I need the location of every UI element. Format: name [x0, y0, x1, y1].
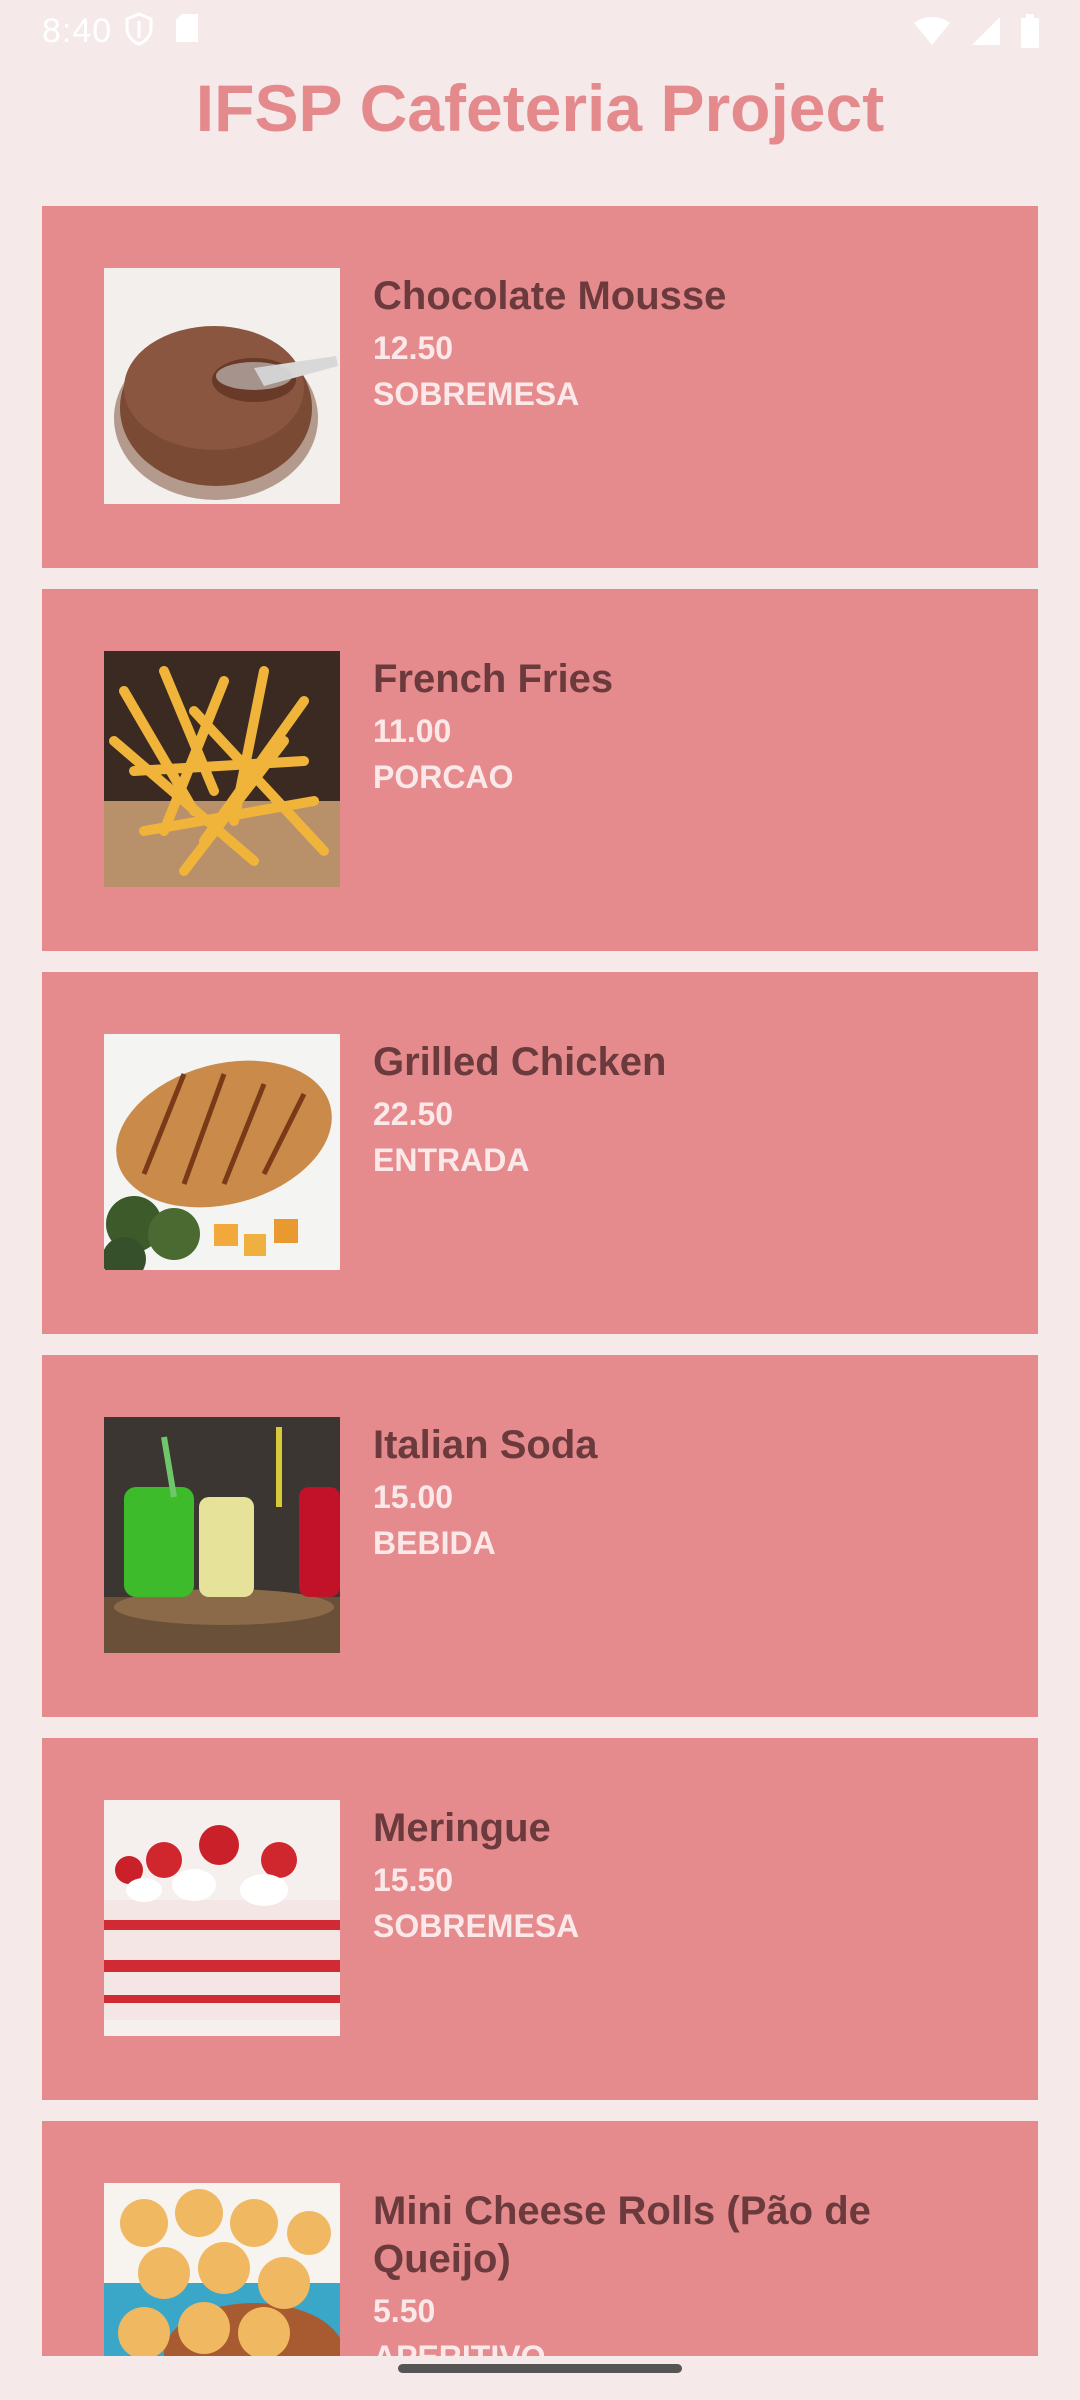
shield-icon [124, 12, 154, 55]
item-category: SOBREMESA [373, 1908, 580, 1944]
menu-item-card[interactable]: Italian Soda 15.00 BEBIDA [42, 1355, 1038, 1717]
menu-list[interactable]: Chocolate Mousse 12.50 SOBREMESA French … [42, 206, 1038, 2356]
menu-item-card[interactable]: Chocolate Mousse 12.50 SOBREMESA [42, 206, 1038, 568]
item-price: 12.50 [373, 330, 454, 366]
item-name: Grilled Chicken [373, 1040, 667, 1084]
item-name: Mini Cheese Rolls (Pão de Queijo) [373, 2189, 871, 2281]
item-name: Chocolate Mousse [373, 274, 727, 318]
french-fries-image [104, 651, 340, 887]
item-price: 22.50 [373, 1096, 454, 1132]
status-time: 8:40 [42, 12, 113, 50]
item-price: 5.50 [373, 2293, 436, 2329]
cheese-rolls-image [104, 2183, 340, 2356]
battery-icon [1020, 14, 1040, 57]
wifi-icon [912, 15, 952, 56]
item-name: Italian Soda [373, 1423, 598, 1467]
item-category: PORCAO [373, 759, 514, 795]
chocolate-mousse-image [104, 268, 340, 504]
item-category: SOBREMESA [373, 376, 580, 412]
signal-icon [970, 15, 1002, 56]
menu-item-card[interactable]: French Fries 11.00 PORCAO [42, 589, 1038, 951]
meringue-image [104, 1800, 340, 2036]
status-bar: 8:40 [0, 0, 1080, 64]
item-name: Meringue [373, 1806, 551, 1850]
italian-soda-image [104, 1417, 340, 1653]
menu-item-card[interactable]: Meringue 15.50 SOBREMESA [42, 1738, 1038, 2100]
grilled-chicken-image [104, 1034, 340, 1270]
item-price: 15.00 [373, 1479, 454, 1515]
item-category: APERITIVO [373, 2339, 545, 2356]
item-name: French Fries [373, 657, 614, 701]
menu-item-card[interactable]: Grilled Chicken 22.50 ENTRADA [42, 972, 1038, 1334]
item-category: BEBIDA [373, 1525, 496, 1561]
item-price: 11.00 [373, 713, 452, 749]
navigation-handle[interactable] [398, 2364, 682, 2373]
sd-card-icon [174, 12, 200, 55]
item-category: ENTRADA [373, 1142, 530, 1178]
item-price: 15.50 [373, 1862, 454, 1898]
menu-item-card[interactable]: Mini Cheese Rolls (Pão de Queijo) 5.50 A… [42, 2121, 1038, 2356]
page-title: IFSP Cafeteria Project [195, 71, 885, 145]
